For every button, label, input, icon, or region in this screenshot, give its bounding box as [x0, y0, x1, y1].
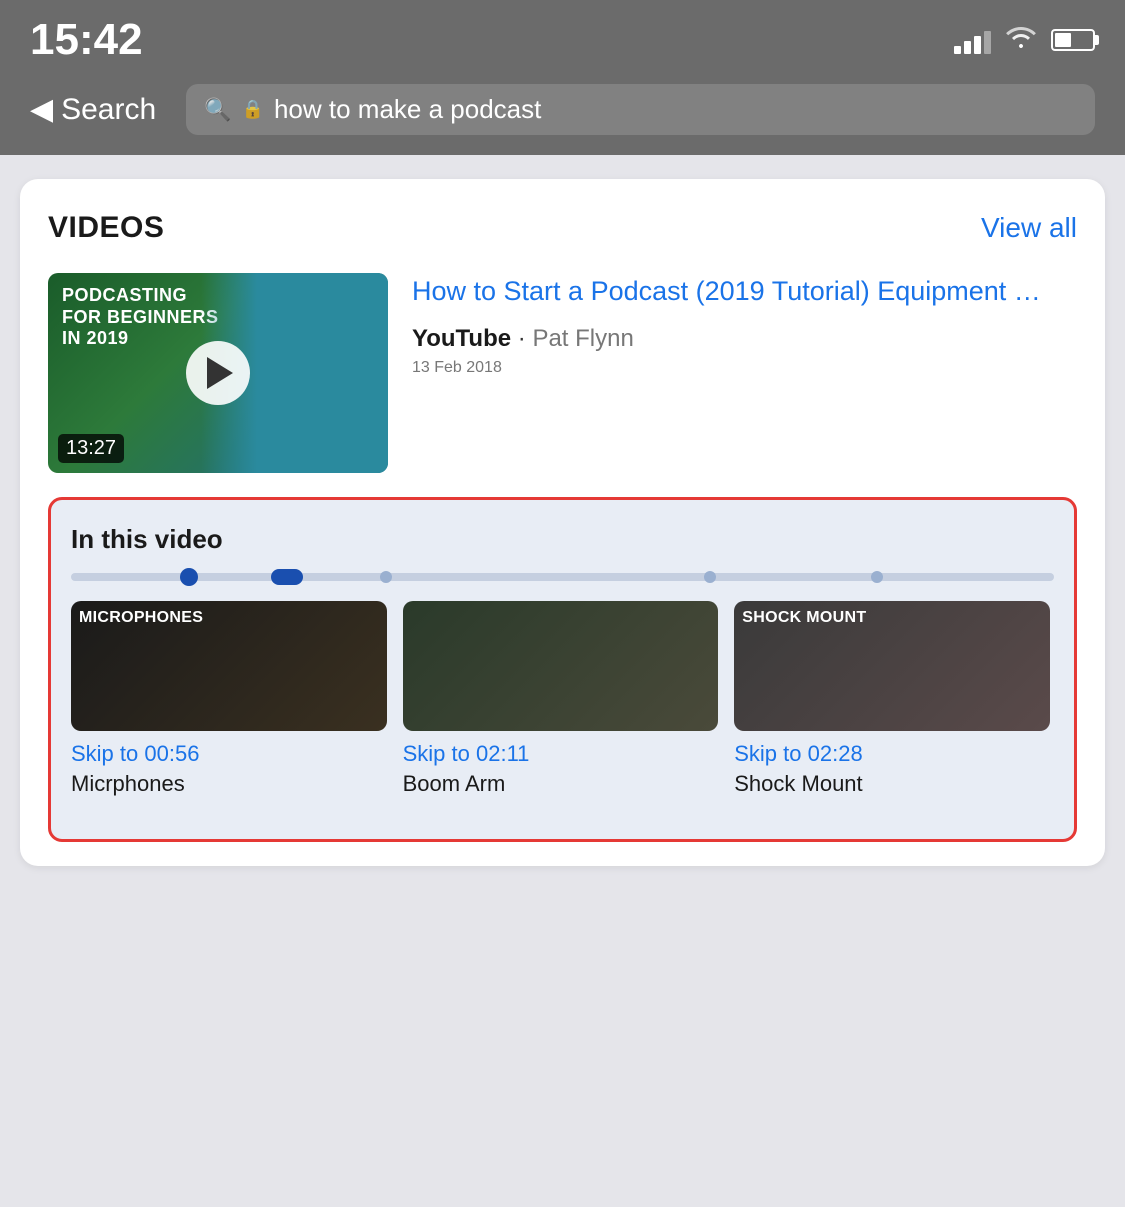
clip-skip-shock[interactable]: Skip to 02:28 [734, 741, 1050, 767]
meta-separator: · [518, 325, 533, 352]
nav-bar: ◀ Search 🔍 🔒 how to make a podcast [0, 72, 1125, 155]
progress-dot-2 [271, 569, 303, 585]
clip-skip-boom[interactable]: Skip to 02:11 [403, 741, 719, 767]
video-meta: YouTube · Pat Flynn [412, 325, 1077, 353]
clip-label-shock: SHOCK MOUNT [742, 609, 866, 627]
clip-label-microphones: MICROPHONES [79, 609, 203, 627]
progress-dot-3 [380, 571, 392, 583]
videos-section-title: VIDEOS [48, 211, 164, 245]
progress-dot-1 [180, 568, 198, 586]
clip-item-microphones: MICROPHONES Skip to 00:56 Micrphones [71, 601, 387, 819]
status-time: 15:42 [30, 18, 143, 62]
in-video-title: In this video [71, 524, 1054, 555]
back-arrow-icon: ◀ [30, 92, 53, 127]
clip-thumbnail-shock[interactable]: SHOCK MOUNT [734, 601, 1050, 731]
wifi-icon [1005, 24, 1037, 57]
main-video-item: PODCASTINGFOR BEGINNERSin 2019 13:27 How… [48, 273, 1077, 473]
status-icons [954, 24, 1095, 57]
status-bar: 15:42 [0, 0, 1125, 72]
search-query-text: how to make a podcast [274, 94, 541, 125]
in-this-video-section: In this video MICROPHONES S [48, 497, 1077, 842]
view-all-button[interactable]: View all [981, 212, 1077, 244]
clip-item-shock: SHOCK MOUNT Skip to 02:28 Shock Mount [734, 601, 1050, 819]
clips-row: MICROPHONES Skip to 00:56 Micrphones Ski… [71, 601, 1054, 819]
video-info: How to Start a Podcast (2019 Tutorial) E… [412, 273, 1077, 377]
video-source: YouTube [412, 325, 511, 352]
clip-skip-microphones[interactable]: Skip to 00:56 [71, 741, 387, 767]
video-author: Pat Flynn [532, 325, 633, 352]
videos-card: VIDEOS View all PODCASTINGFOR BEGINNERSi… [20, 179, 1105, 866]
progress-track [71, 573, 1054, 581]
clip-item-boom: Skip to 02:11 Boom Arm [403, 601, 719, 819]
video-thumbnail[interactable]: PODCASTINGFOR BEGINNERSin 2019 13:27 [48, 273, 388, 473]
play-button[interactable] [186, 341, 250, 405]
clip-thumbnail-microphones[interactable]: MICROPHONES [71, 601, 387, 731]
search-icon: 🔍 [204, 97, 231, 123]
progress-dot-4 [704, 571, 716, 583]
back-label: Search [61, 93, 156, 127]
progress-dot-5 [871, 571, 883, 583]
main-content: VIDEOS View all PODCASTINGFOR BEGINNERSi… [0, 155, 1125, 890]
clip-name-shock: Shock Mount [734, 771, 1050, 797]
battery-icon [1051, 29, 1095, 51]
videos-header: VIDEOS View all [48, 211, 1077, 245]
clip-thumbnail-boom[interactable] [403, 601, 719, 731]
clip-name-microphones: Micrphones [71, 771, 387, 797]
video-date: 13 Feb 2018 [412, 359, 1077, 377]
clip-name-boom: Boom Arm [403, 771, 719, 797]
search-bar[interactable]: 🔍 🔒 how to make a podcast [186, 84, 1095, 135]
lock-icon: 🔒 [242, 99, 264, 120]
video-duration: 13:27 [58, 434, 124, 463]
signal-icon [954, 26, 991, 54]
back-button[interactable]: ◀ Search [30, 92, 156, 127]
play-triangle-icon [207, 357, 233, 389]
video-title[interactable]: How to Start a Podcast (2019 Tutorial) E… [412, 273, 1077, 311]
